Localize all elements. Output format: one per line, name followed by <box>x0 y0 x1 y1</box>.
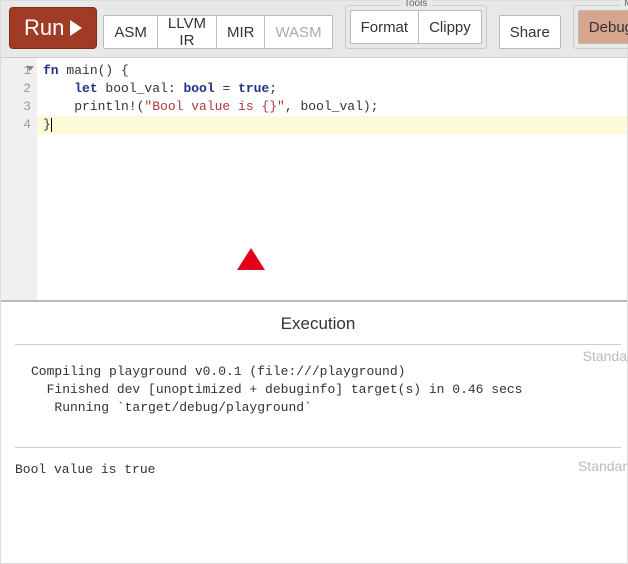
mir-button[interactable]: MIR <box>216 15 266 49</box>
code-area[interactable]: fn main() { let bool_val: bool = true; p… <box>37 58 627 300</box>
code-line: } <box>43 116 623 134</box>
output-panel: Execution Standa Compiling playground v0… <box>1 302 627 560</box>
clippy-button[interactable]: Clippy <box>418 10 482 44</box>
gutter-line: 1 <box>1 62 31 80</box>
toolbar: Run ASM LLVM IR MIR WASM Tools Format Cl… <box>1 1 627 58</box>
asm-button[interactable]: ASM <box>103 15 158 49</box>
gutter-line: 2 <box>1 80 31 98</box>
code-line: println!("Bool value is {}", bool_val); <box>43 98 623 116</box>
marker-triangle-icon <box>237 248 265 270</box>
code-line: fn main() { <box>43 62 623 80</box>
code-editor[interactable]: 1 2 3 4 fn main() { let bool_val: bool =… <box>1 58 627 302</box>
stderr-label: Standa <box>583 348 627 364</box>
run-button-label: Run <box>24 15 64 41</box>
gutter: 1 2 3 4 <box>1 58 37 300</box>
stdout-block: Bool value is true <box>15 462 621 477</box>
output-title: Execution <box>15 312 621 344</box>
fold-icon[interactable] <box>26 66 34 71</box>
mode-group: Mo Debug <box>573 5 628 49</box>
divider <box>15 447 621 448</box>
gutter-line: 4 <box>1 116 31 134</box>
cursor <box>51 118 52 132</box>
mode-group-label: Mo <box>620 0 628 9</box>
output-format-group: ASM LLVM IR MIR WASM <box>103 15 332 49</box>
debug-button[interactable]: Debug <box>578 10 628 44</box>
tools-group: Tools Format Clippy <box>345 5 487 49</box>
gutter-line: 3 <box>1 98 31 116</box>
tools-group-label: Tools <box>400 0 431 9</box>
run-button[interactable]: Run <box>9 7 97 49</box>
divider <box>15 344 621 345</box>
share-button[interactable]: Share <box>499 15 561 49</box>
stdout-label: Standar <box>578 458 627 474</box>
format-button[interactable]: Format <box>350 10 420 44</box>
code-line: let bool_val: bool = true; <box>43 80 623 98</box>
llvm-ir-button[interactable]: LLVM IR <box>157 15 217 49</box>
wasm-button[interactable]: WASM <box>264 15 332 49</box>
stderr-block: Compiling playground v0.0.1 (file:///pla… <box>31 363 621 417</box>
play-icon <box>70 20 82 36</box>
